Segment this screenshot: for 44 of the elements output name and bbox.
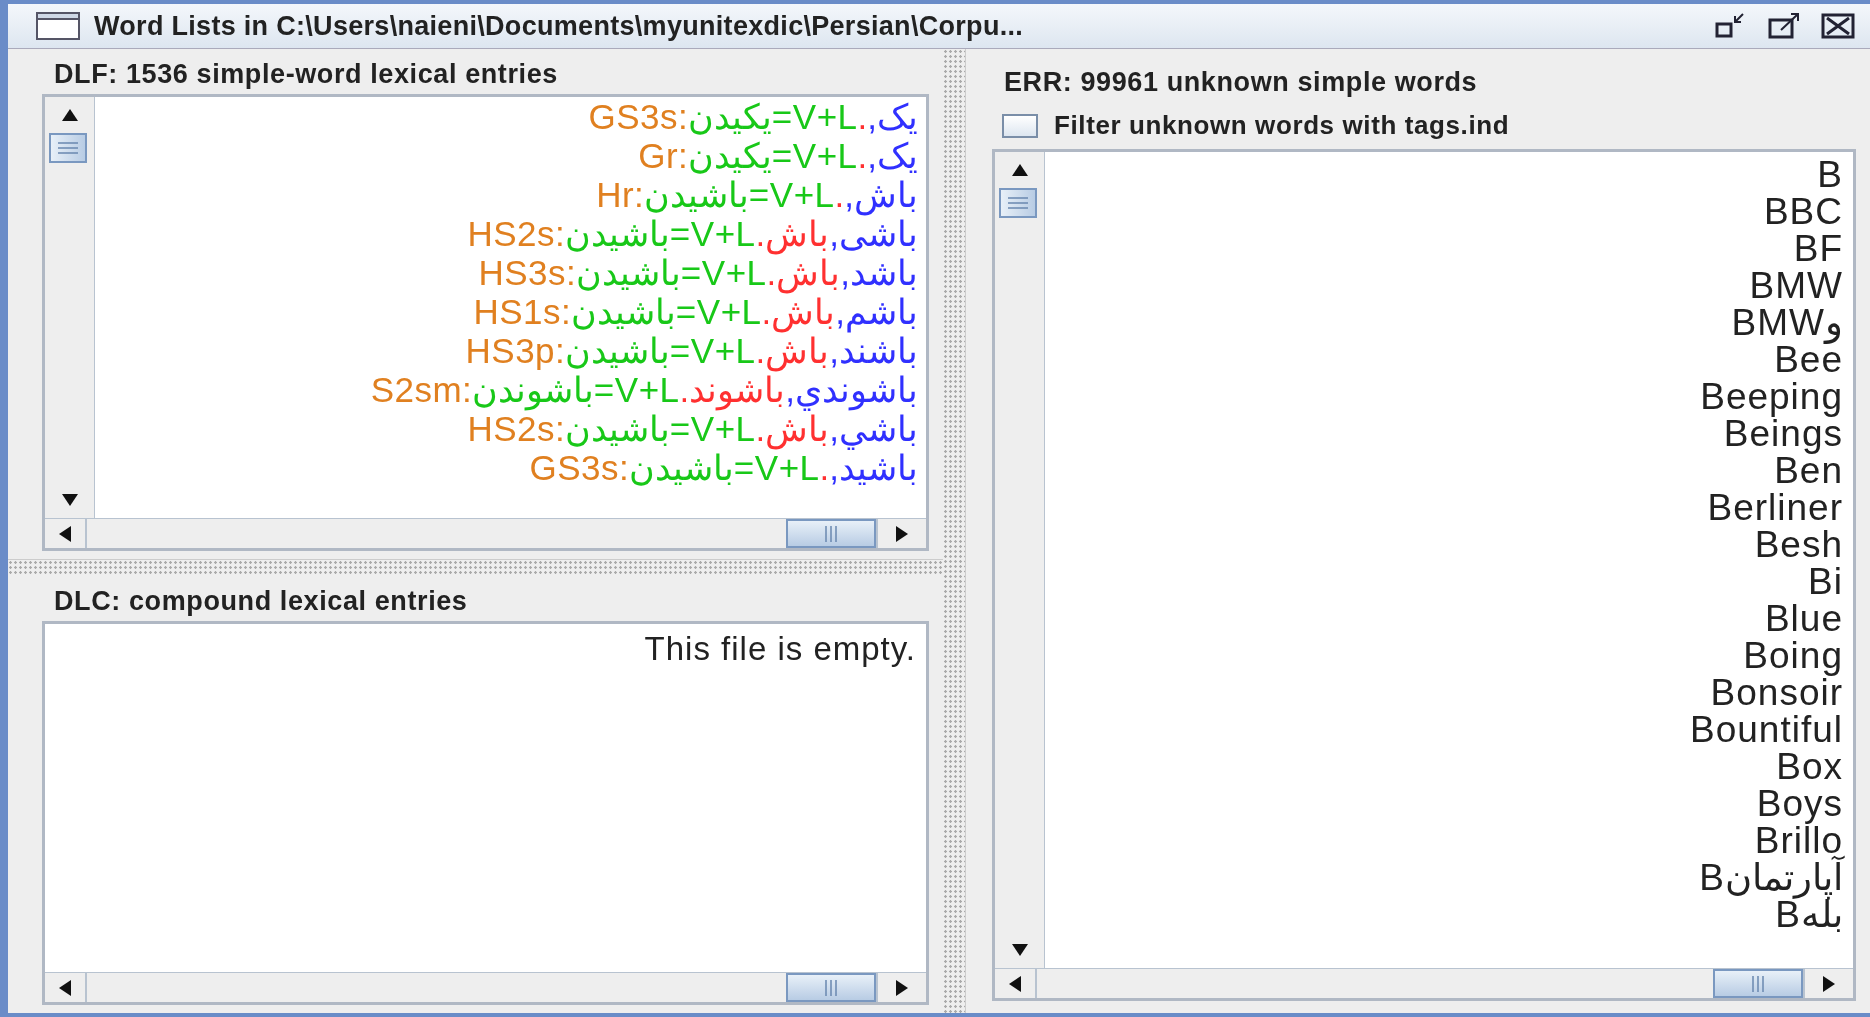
word-item[interactable]: Beeping [1700,378,1849,415]
right-arrow-icon [896,525,908,542]
word-item[interactable]: Bountiful [1690,711,1849,748]
section-title: DLF: 1536 simple-word lexical entries [54,59,559,90]
word-item[interactable]: Box [1776,748,1849,785]
word-item[interactable]: Bi [1808,563,1849,600]
word-item[interactable]: Boing [1743,637,1849,674]
word-item[interactable]: B [1817,156,1849,193]
down-arrow-icon [1011,944,1028,956]
scrollbar-thumb[interactable] [49,133,87,163]
scrollbar-thumb[interactable] [999,188,1037,218]
minimize-icon [1713,12,1747,40]
section-title: DLC: compound lexical entries [54,586,469,617]
left-arrow-icon [1009,975,1021,992]
right-arrow-icon [896,979,908,996]
grip-icon [824,978,838,997]
word-item[interactable]: Besh [1754,526,1849,563]
right-arrow-icon [1823,975,1835,992]
grip-icon [57,141,79,155]
scrollbar-thumb[interactable] [786,519,876,548]
grip-icon [1751,974,1765,993]
up-arrow-icon [1011,164,1028,176]
window-icon [36,12,80,40]
grip-icon [824,524,838,543]
word-item[interactable]: Blue [1764,600,1849,637]
empty-message: This file is empty. [644,629,917,668]
word-item[interactable]: BF [1793,230,1849,267]
up-arrow-icon [61,109,78,121]
close-icon [1821,12,1855,40]
word-item[interactable]: BMW [1749,267,1849,304]
scrollbar-thumb[interactable] [786,973,876,1002]
maximize-icon [1767,12,1801,40]
scrollbar-thumb[interactable] [1713,969,1803,998]
word-item[interactable]: Berliner [1707,489,1849,526]
window-title: Word Lists in C:\Users\naieni\Documents\myunitexdic\Persian\Corpu... [94,10,1025,42]
section-title: ERR: 99961 unknown simple words [1004,67,1479,98]
checkbox-label: Filter unknown words with tags.ind [1054,110,1510,141]
down-arrow-icon [61,494,78,506]
word-item[interactable]: Boys [1756,785,1849,822]
word-item[interactable]: BBC [1763,193,1849,230]
left-arrow-icon [59,979,71,996]
left-arrow-icon [59,525,71,542]
grip-icon [1007,196,1029,210]
filter-checkbox[interactable] [1002,113,1038,138]
